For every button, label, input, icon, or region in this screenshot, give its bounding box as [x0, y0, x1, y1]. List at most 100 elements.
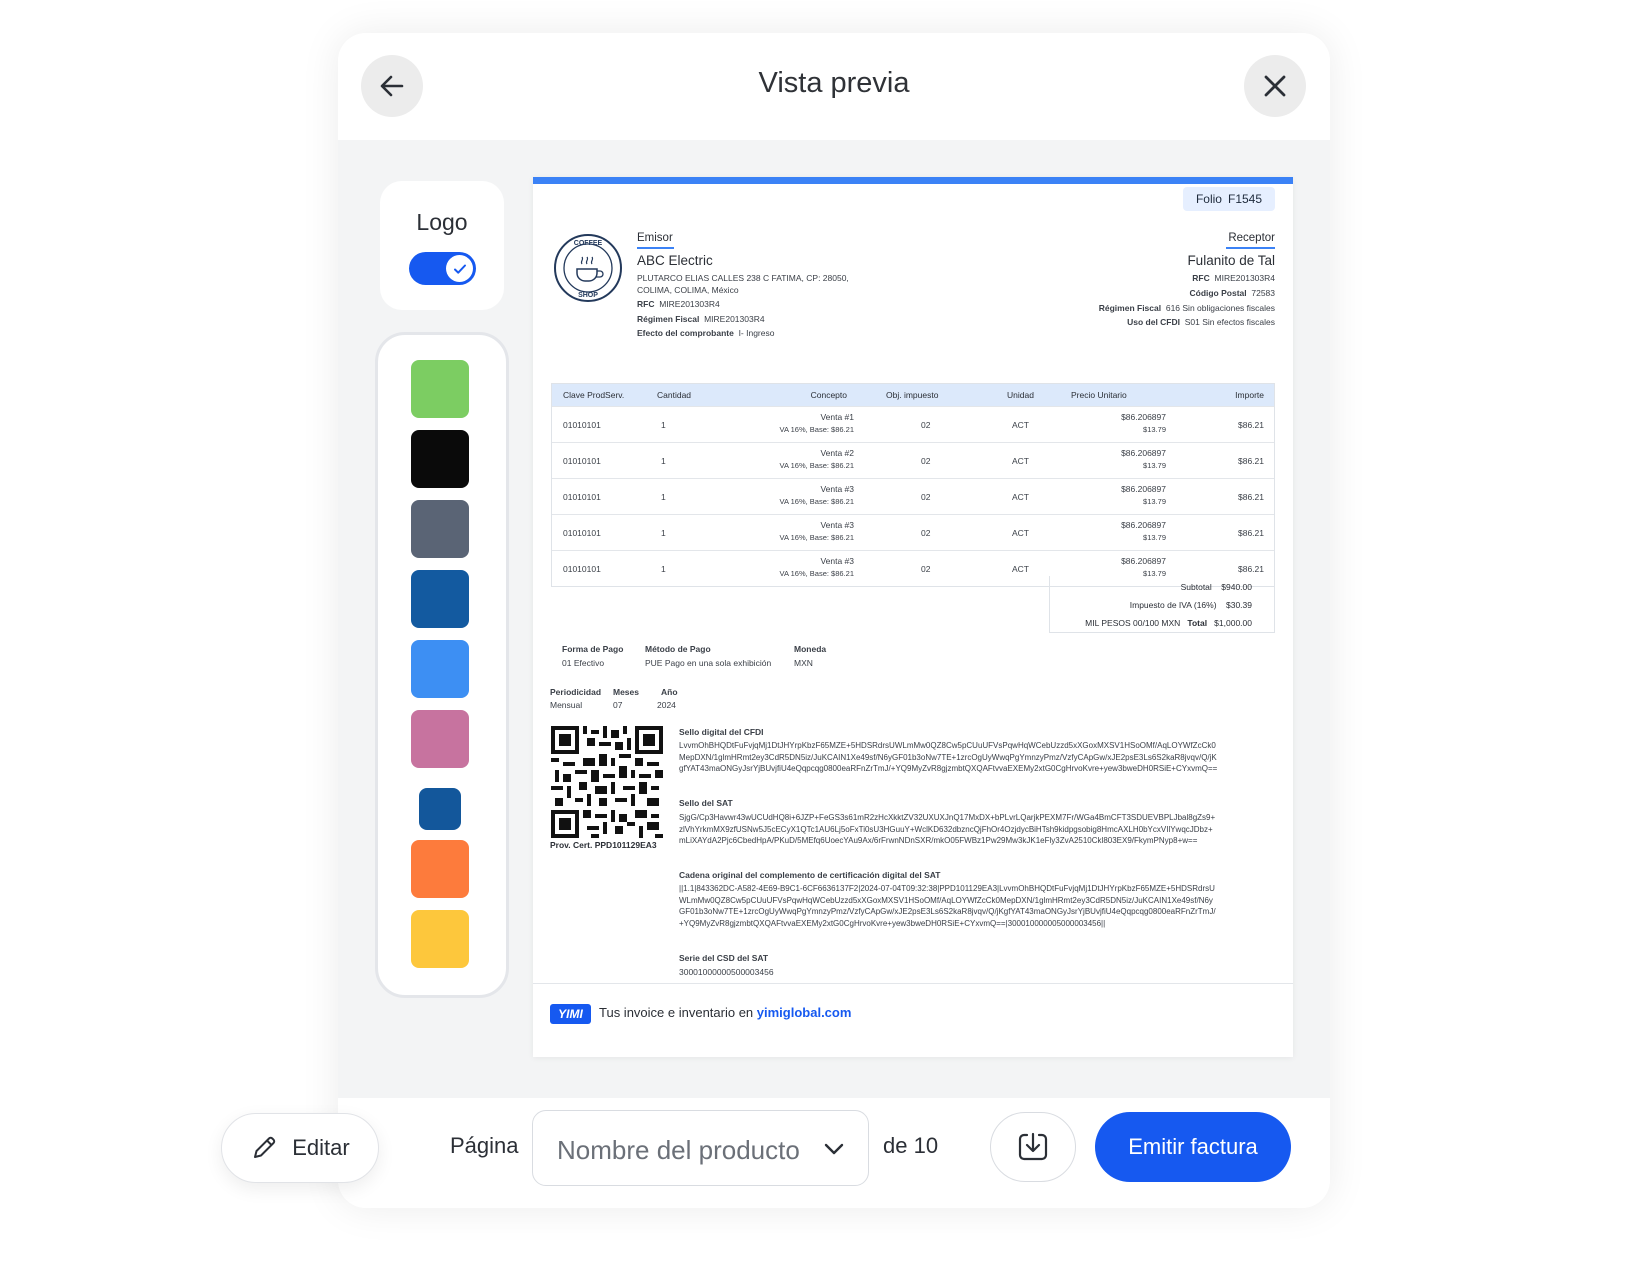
close-button[interactable] [1244, 55, 1306, 117]
emisor-efecto: I- Ingreso [738, 328, 775, 338]
cell-clave: 01010101 [563, 492, 601, 502]
color-swatch-navy-selected[interactable] [419, 788, 461, 830]
color-swatch-pink[interactable] [411, 710, 469, 768]
cell-precio: $86.206897 [1121, 556, 1166, 566]
color-swatch-slate[interactable] [411, 500, 469, 558]
subtotal-value: $940.00 [1221, 582, 1252, 592]
logo-toggle[interactable] [409, 252, 476, 285]
receptor-heading: Receptor [1228, 232, 1275, 244]
receptor-regimen: 616 Sin obligaciones fiscales [1165, 303, 1275, 313]
cell-obj: 02 [921, 564, 931, 574]
color-swatch-blue[interactable] [411, 640, 469, 698]
emisor-heading: Emisor [637, 232, 673, 244]
col-header-importe: Importe [1235, 390, 1264, 400]
footer-text-prefix: Tus invoice e inventario en [599, 1005, 757, 1020]
emisor-regimen: MIRE201303R4 [704, 314, 765, 324]
emisor-address-line1: PLUTARCO ELIAS CALLES 238 C FATIMA, CP: … [637, 273, 849, 283]
cell-unidad: ACT [1012, 456, 1029, 466]
color-swatch-green[interactable] [411, 360, 469, 418]
sello-sat-value: SjgG/Cp3Havwr43wUCUdHQ8i+6JZP+FeGS3s61mR… [679, 813, 1216, 845]
cert-label: Prov. Cert. PPD101129EA3 [550, 840, 657, 850]
sello-sat-label: Sello del SAT [679, 798, 733, 808]
col-header-cantidad: Cantidad [657, 390, 692, 400]
cell-concepto-sub: VA 16%, Base: $86.21 [779, 533, 855, 542]
col-header-precio: Precio Unitario [1071, 390, 1127, 400]
download-button[interactable] [990, 1112, 1076, 1182]
anio-value: 2024 [657, 700, 676, 710]
cell-clave: 01010101 [563, 420, 601, 430]
cell-precio: $86.206897 [1121, 484, 1166, 494]
receptor-name: Fulanito de Tal [1187, 253, 1275, 268]
cell-concepto: Venta #3 [820, 484, 854, 494]
col-header-clave: Clave ProdServ. [563, 390, 625, 400]
subtotal-label: Subtotal [1180, 582, 1212, 592]
edit-button[interactable]: Editar [221, 1113, 379, 1183]
product-select[interactable]: Nombre del producto [532, 1110, 869, 1186]
cell-obj: 02 [921, 528, 931, 538]
invoice-preview: Folio F1545 COFFEE SHOP Emisor ABC Elect… [533, 177, 1293, 1057]
logo-label: Logo [416, 209, 468, 235]
periodicidad-value: Mensual [550, 700, 583, 710]
receptor-uso-label: Uso del CFDI [1127, 317, 1181, 327]
iva-label: Impuesto de IVA (16%) [1129, 600, 1217, 610]
cadena-label: Cadena original del complemento de certi… [679, 870, 941, 880]
cell-cantidad: 1 [661, 492, 666, 502]
cell-cantidad: 1 [661, 456, 666, 466]
periodicidad-label: Periodicidad [550, 687, 602, 697]
emisor-rfc-label: RFC [637, 299, 655, 309]
totals-box: Subtotal $940.00 Impuesto de IVA (16%) $… [1049, 576, 1275, 633]
cell-precio: $86.206897 [1121, 412, 1166, 422]
metodo-pago-value: PUE Pago en una sola exhibición [645, 658, 772, 668]
folio-label: Folio [1195, 192, 1222, 206]
cell-obj: 02 [921, 456, 931, 466]
col-header-obj-impuesto: Obj. impuesto [886, 390, 939, 400]
color-swatch-black[interactable] [411, 430, 469, 488]
color-swatch-yellow[interactable] [411, 910, 469, 968]
col-header-concepto: Concepto [810, 390, 847, 400]
edit-button-label: Editar [292, 1135, 350, 1160]
folio-badge: Folio F1545 [1183, 187, 1275, 211]
color-swatch-panel [375, 332, 509, 998]
receptor-cp: 72583 [1251, 288, 1275, 298]
total-value: $1,000.00 [1214, 618, 1252, 628]
footer-link[interactable]: yimiglobal.com [757, 1005, 852, 1020]
items-table: Clave ProdServ. Cantidad Concepto Obj. i… [551, 383, 1275, 587]
emit-invoice-button[interactable]: Emitir factura [1095, 1112, 1291, 1182]
receptor-underline [1226, 247, 1275, 249]
cell-obj: 02 [921, 420, 931, 430]
footer-text: Tus invoice e inventario en yimiglobal.c… [599, 1005, 851, 1020]
table-row: 01010101 1 Venta #1 VA 16%, Base: $86.21… [552, 406, 1274, 442]
cell-concepto-sub: VA 16%, Base: $86.21 [779, 425, 855, 434]
cell-concepto: Venta #1 [820, 412, 854, 422]
cell-concepto-sub: VA 16%, Base: $86.21 [779, 461, 855, 470]
color-swatch-navy[interactable] [411, 570, 469, 628]
anio-label: Año [661, 687, 678, 697]
table-row: 01010101 1 Venta #3 VA 16%, Base: $86.21… [552, 514, 1274, 550]
logo-text-bottom: SHOP [578, 292, 598, 299]
cell-precio-sub: $13.79 [1143, 425, 1166, 434]
yimi-logo: YIMI [550, 1004, 591, 1024]
cell-cantidad: 1 [661, 528, 666, 538]
serie-value: 30001000000500003456 [679, 967, 774, 977]
col-header-unidad: Unidad [1007, 390, 1034, 400]
forma-pago-label: Forma de Pago [562, 644, 624, 654]
chevron-down-icon [824, 1143, 844, 1155]
pencil-icon [254, 1136, 276, 1158]
download-icon [1018, 1132, 1048, 1161]
cell-concepto-sub: VA 16%, Base: $86.21 [779, 497, 855, 506]
logo-card: Logo [380, 181, 504, 310]
cell-precio-sub: $13.79 [1143, 533, 1166, 542]
iva-value: $30.39 [1226, 600, 1252, 610]
qr-code-icon [551, 726, 663, 838]
receptor-cp-label: Código Postal [1189, 288, 1247, 298]
cell-cantidad: 1 [661, 420, 666, 430]
table-row: 01010101 1 Venta #2 VA 16%, Base: $86.21… [552, 442, 1274, 478]
emisor-rfc: MIRE201303R4 [659, 299, 720, 309]
folio-value: F1545 [1227, 192, 1263, 206]
meses-value: 07 [613, 700, 623, 710]
check-icon [453, 264, 466, 274]
cell-importe: $86.21 [1238, 528, 1264, 538]
color-swatch-orange[interactable] [411, 840, 469, 898]
receptor-uso: S01 Sin efectos fiscales [1184, 317, 1275, 327]
metodo-pago-label: Método de Pago [645, 644, 711, 654]
